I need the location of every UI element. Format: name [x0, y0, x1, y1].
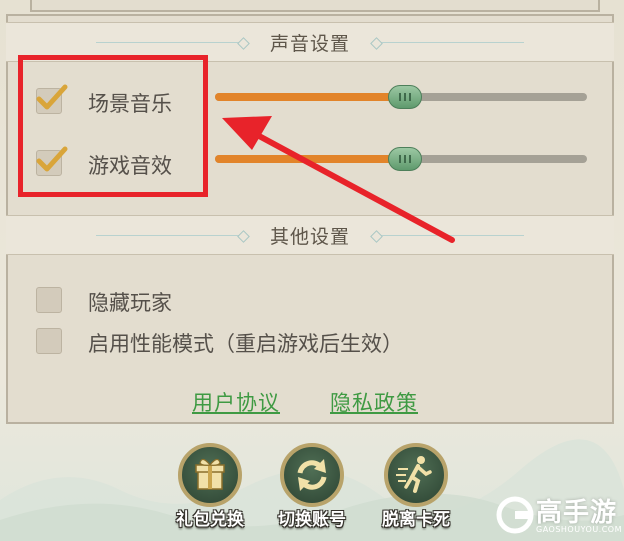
unstuck-label: 脱离卡死 [382, 510, 450, 530]
gift-redeem-label: 礼包兑换 [176, 510, 244, 530]
gift-redeem-button[interactable]: 礼包兑换 [170, 443, 250, 533]
unstuck-button[interactable]: 脱离卡死 [376, 443, 456, 533]
brand-logo-icon [496, 496, 534, 534]
switch-account-label: 切换账号 [278, 510, 346, 530]
watermark-site: GAOSHOUYOU.COM [536, 525, 623, 534]
switch-account-button[interactable]: 切换账号 [272, 443, 352, 533]
running-man-icon [384, 443, 448, 507]
refresh-icon [280, 443, 344, 507]
gift-icon [178, 443, 242, 507]
site-watermark: 高手游 GAOSHOUYOU.COM [496, 492, 622, 538]
watermark-brand: 高手游 [536, 498, 618, 528]
